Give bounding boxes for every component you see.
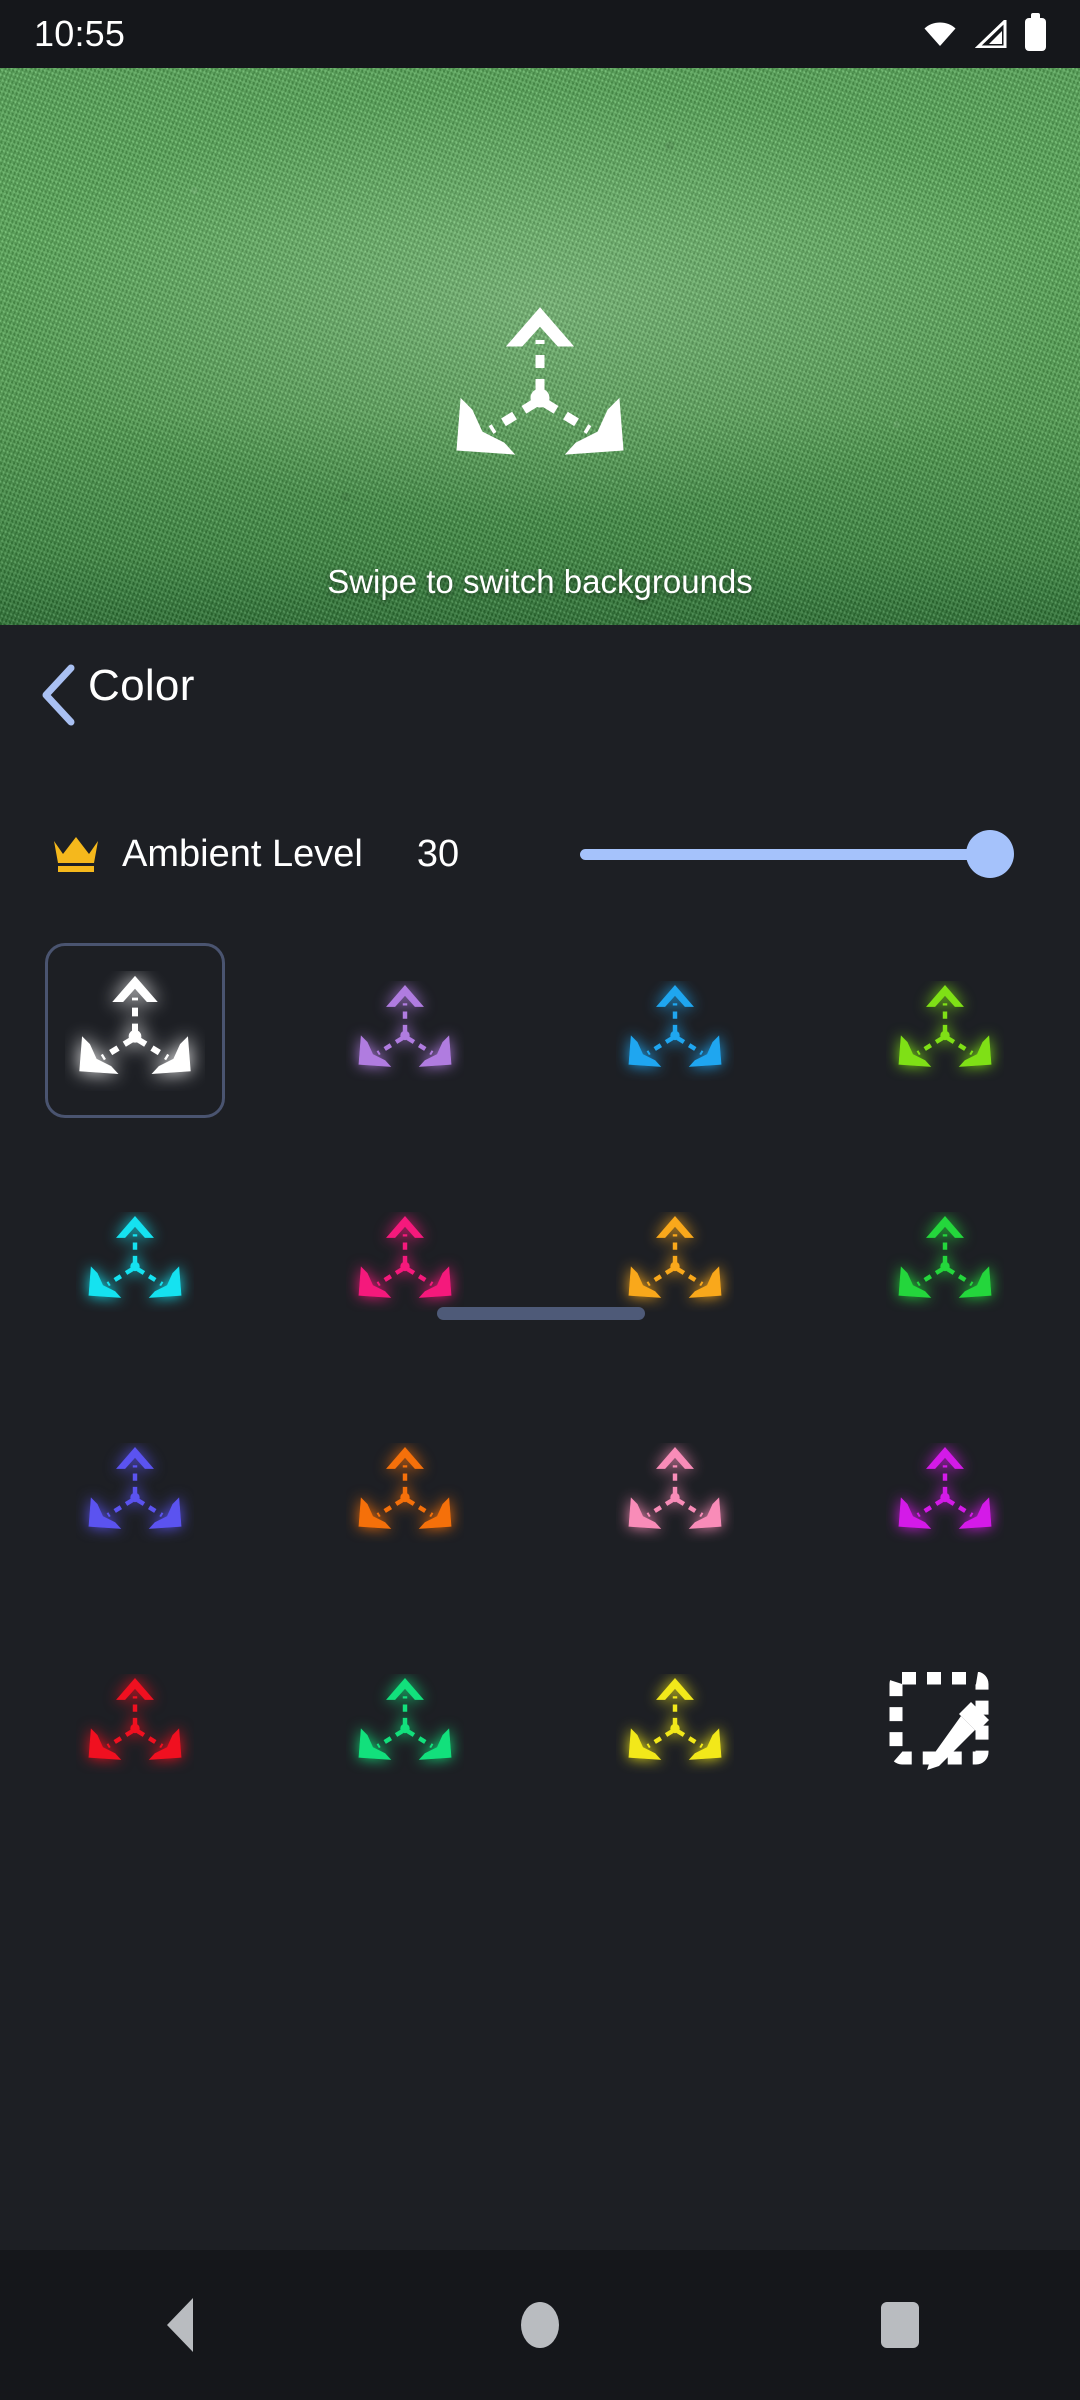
color-swatch-green[interactable] (810, 1146, 1080, 1377)
color-swatch-cyan[interactable] (0, 1146, 270, 1377)
phone-screen: 10:55 Swipe to switch backgrounds Color … (0, 0, 1080, 2400)
nav-home-button[interactable] (360, 2302, 720, 2348)
three-way-arrow-icon (88, 1677, 182, 1760)
color-swatch-lavender[interactable] (270, 915, 540, 1146)
color-swatch-lime-green[interactable] (810, 915, 1080, 1146)
three-way-arrow-icon (88, 1446, 182, 1529)
color-swatch-red[interactable] (0, 1608, 270, 1839)
three-way-arrow-icon (88, 1215, 182, 1298)
three-way-arrow-icon (456, 307, 624, 455)
three-way-arrow-icon (358, 1446, 452, 1529)
android-nav-bar (0, 2250, 1080, 2400)
color-swatch-orange[interactable] (270, 1377, 540, 1608)
three-way-arrow-icon (628, 984, 722, 1067)
ambient-level-row: Ambient Level 30 (0, 808, 1080, 900)
color-swatch-azure-blue[interactable] (540, 915, 810, 1146)
slider-track (580, 849, 980, 860)
swatch-row (0, 1608, 1080, 1839)
three-way-arrow-icon (79, 975, 191, 1074)
recents-square-icon (881, 2302, 919, 2348)
ambient-level-slider[interactable] (580, 830, 1020, 878)
color-swatch-indigo[interactable] (0, 1377, 270, 1608)
status-icons (923, 12, 1046, 51)
three-way-arrow-icon (358, 1215, 452, 1298)
home-circle-icon (521, 2302, 559, 2348)
chevron-left-icon (42, 664, 75, 726)
three-way-arrow-icon (898, 1446, 992, 1529)
eyedropper-dashed-square-icon (889, 1671, 989, 1770)
ambient-level-value: 30 (416, 832, 460, 875)
color-swatch-yellow[interactable] (540, 1608, 810, 1839)
status-clock: 10:55 (34, 13, 126, 54)
color-swatch-light-pink[interactable] (540, 1377, 810, 1608)
back-button[interactable] (22, 657, 94, 733)
three-way-arrow-icon (898, 1215, 992, 1298)
three-way-arrow-icon (898, 984, 992, 1067)
three-way-arrow-icon (628, 1677, 722, 1760)
wallpaper-preview[interactable]: Swipe to switch backgrounds (0, 68, 1080, 625)
swatch-row (0, 915, 1080, 1146)
slider-thumb[interactable] (966, 830, 1014, 878)
crown-icon (54, 837, 98, 872)
cellular-signal-icon (975, 20, 1007, 48)
nav-back-button[interactable] (0, 2298, 360, 2352)
color-swatch-amber[interactable] (540, 1146, 810, 1377)
color-swatch-hot-pink[interactable] (270, 1146, 540, 1377)
page-title: Color (88, 661, 195, 710)
status-bar: 10:55 (0, 0, 1080, 68)
color-settings-sheet: Color Ambient Level 30 (0, 625, 1080, 2250)
swatch-row (0, 1146, 1080, 1377)
three-way-arrow-icon (628, 1446, 722, 1529)
sheet-drag-handle[interactable] (437, 1307, 645, 1320)
battery-icon (1025, 12, 1046, 51)
custom-color-picker-button[interactable] (810, 1608, 1080, 1839)
nav-recents-button[interactable] (720, 2302, 1080, 2348)
color-swatch-spring-green[interactable] (270, 1608, 540, 1839)
swatch-row (0, 1377, 1080, 1608)
ambient-level-label: Ambient Level (122, 832, 363, 875)
three-way-arrow-icon (358, 1677, 452, 1760)
sheet-header: Color (0, 625, 1080, 765)
color-swatch-magenta[interactable] (810, 1377, 1080, 1608)
wifi-icon (924, 22, 956, 46)
back-triangle-icon (167, 2298, 193, 2352)
three-way-arrow-icon (358, 984, 452, 1067)
swipe-hint-text: Swipe to switch backgrounds (327, 563, 753, 600)
color-swatch-grid (0, 915, 1080, 1839)
color-swatch-white[interactable] (0, 915, 270, 1146)
three-way-arrow-icon (628, 1215, 722, 1298)
